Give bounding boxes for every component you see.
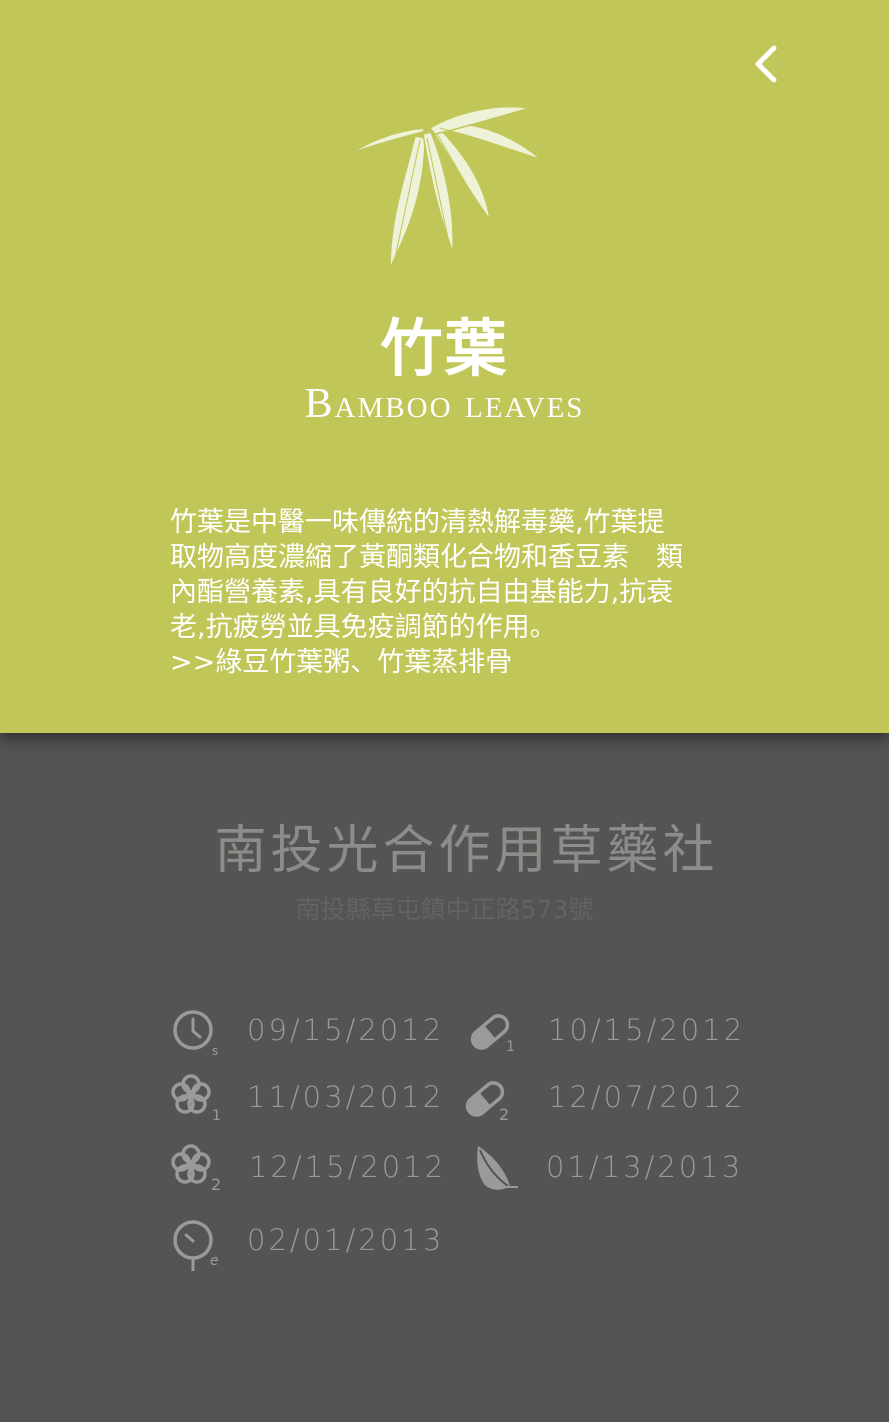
timeline-pill-2-date: 2 12/07/2012	[463, 1072, 742, 1124]
flower-2-icon: 2	[170, 1142, 226, 1198]
clock-end-icon: e	[170, 1215, 226, 1271]
chevron-left-icon	[755, 45, 777, 83]
bamboo-leaves-icon	[345, 98, 545, 270]
svg-text:2: 2	[211, 1175, 221, 1194]
timeline-date: 12/15/2012	[249, 1150, 447, 1184]
description-line: 老,抗疲勞並具免疫調節的作用。	[170, 612, 557, 643]
herb-subtitle: Bamboo leaves	[304, 381, 585, 427]
timeline-date: 10/15/2012	[548, 1013, 746, 1047]
pill-2-icon: 2	[463, 1072, 519, 1128]
timeline-end-date: e 02/01/2013	[170, 1215, 441, 1271]
shop-name: 南投光合作用草藥社	[214, 821, 719, 881]
leaf-icon	[472, 1142, 528, 1198]
svg-text:1: 1	[506, 1039, 515, 1055]
flower-1-icon: 1	[170, 1072, 226, 1128]
timeline-flower-1-date: 1 11/03/2012	[170, 1072, 441, 1124]
recipe-link[interactable]: >>綠豆竹葉粥、竹葉蒸排骨	[170, 645, 730, 680]
back-button[interactable]	[746, 42, 786, 86]
svg-text:2: 2	[499, 1105, 509, 1124]
timeline-leaf-date: 01/13/2013	[472, 1142, 740, 1192]
herb-header-panel: 竹葉 Bamboo leaves 竹葉是中醫一味傳統的清熱解毒藥,竹葉提 取物高…	[0, 0, 889, 733]
timeline-date: 02/01/2013	[247, 1223, 445, 1257]
svg-text:e: e	[210, 1253, 219, 1269]
timeline-date: 12/07/2012	[548, 1080, 746, 1114]
timeline-flower-2-date: 2 12/15/2012	[170, 1142, 443, 1194]
svg-text:s: s	[212, 1044, 218, 1058]
description-line: 內酯營養素,具有良好的抗自由基能力,抗衰	[170, 577, 674, 608]
timeline-pill-1-date: 1 10/15/2012	[468, 1005, 742, 1055]
description-line: 竹葉是中醫一味傳統的清熱解毒藥,竹葉提	[170, 507, 665, 538]
timeline-date: 11/03/2012	[247, 1080, 445, 1114]
svg-text:1: 1	[212, 1108, 221, 1124]
herb-description: 竹葉是中醫一味傳統的清熱解毒藥,竹葉提 取物高度濃縮了黃酮類化合物和香豆素 類 …	[170, 505, 730, 680]
timeline-start-date: s 09/15/2012	[170, 1005, 441, 1058]
shop-address: 南投縣草屯鎮中正路573號	[295, 895, 594, 924]
pill-1-icon: 1	[468, 1005, 524, 1061]
clock-start-icon: s	[170, 1005, 226, 1061]
timeline-date: 01/13/2013	[546, 1150, 744, 1184]
description-line: 取物高度濃縮了黃酮類化合物和香豆素 類	[170, 542, 683, 573]
timeline-date: 09/15/2012	[247, 1013, 445, 1047]
herb-title: 竹葉	[380, 312, 509, 385]
